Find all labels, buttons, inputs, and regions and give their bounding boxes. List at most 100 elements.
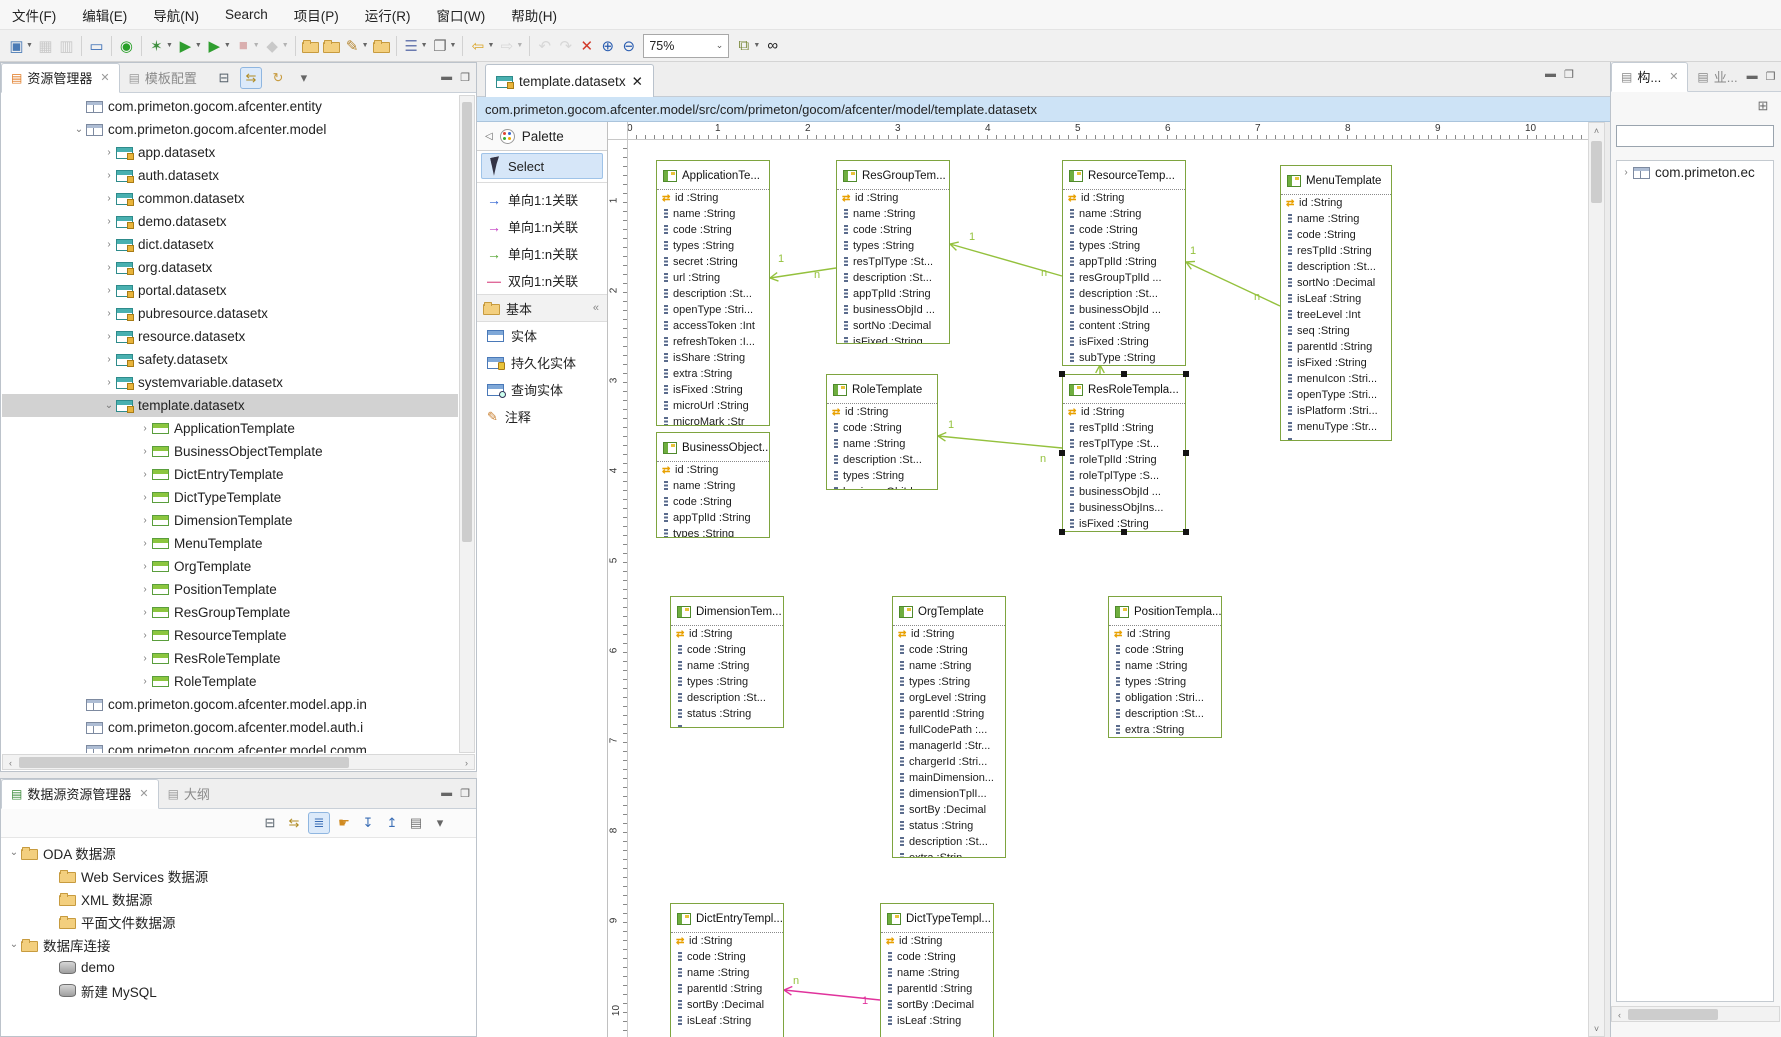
entity-field[interactable]: secret :String — [657, 254, 769, 270]
entity-field[interactable]: content :String — [1063, 318, 1185, 334]
entity-field[interactable]: types :String — [827, 468, 937, 484]
tree-item-新建 MySQL[interactable]: 新建 MySQL — [1, 979, 476, 1002]
new-wizard-icon[interactable]: ▣▼ — [6, 34, 35, 58]
dropdown-arrow-icon[interactable]: ▼ — [166, 42, 173, 49]
entity-field[interactable]: code :String — [827, 420, 937, 436]
entity-field[interactable]: ⇄id :String — [657, 190, 769, 206]
forward-icon[interactable]: ⇨▼ — [496, 34, 525, 58]
view-menu-icon[interactable]: ▾ — [430, 813, 450, 833]
entity-field[interactable]: menuIcon :Stri... — [1281, 371, 1391, 387]
tree-item-Web Services 数据源[interactable]: Web Services 数据源 — [1, 864, 476, 887]
run-icon[interactable]: ▶▼ — [175, 34, 204, 58]
tree-item-ResourceTemplate[interactable]: ›ResourceTemplate — [2, 624, 458, 647]
entity-field[interactable]: name :String — [881, 965, 993, 981]
entity-BusinessObjectTemplate[interactable]: BusinessObject...⇄id :Stringname :String… — [656, 432, 770, 538]
save-icon[interactable]: ▦ — [35, 34, 56, 58]
selection-handle[interactable] — [1059, 450, 1065, 456]
entity-field[interactable]: businessObjId ... — [837, 302, 949, 318]
entity-field[interactable]: ⇄id :String — [837, 190, 949, 206]
entity-MenuTemplate[interactable]: MenuTemplate⇄id :Stringname :Stringcode … — [1280, 165, 1392, 441]
entity-field[interactable]: types :String — [657, 238, 769, 254]
entity-field[interactable]: name :String — [657, 206, 769, 222]
tree-item-ResGroupTemplate[interactable]: ›ResGroupTemplate — [2, 601, 458, 624]
tab-业...[interactable]: ▤业... — [1688, 63, 1746, 91]
entity-field[interactable]: name :String — [837, 206, 949, 222]
entity-field[interactable]: extra :Strin — [893, 850, 1005, 858]
entity-ResourceTemplate[interactable]: ResourceTemp...⇄id :Stringname :Stringco… — [1062, 160, 1186, 366]
console-icon[interactable]: ▭ — [86, 34, 107, 58]
entity-field[interactable]: code :String — [893, 642, 1005, 658]
entity-field[interactable]: orgLevel :String — [893, 690, 1005, 706]
expand-arrow-icon[interactable]: › — [102, 354, 116, 365]
entity-field[interactable]: description :St... — [837, 270, 949, 286]
debug-icon[interactable]: ✶▼ — [146, 34, 175, 58]
relation-resrole-to-role[interactable]: 1n — [938, 419, 1062, 465]
entity-field[interactable]: description :St... — [1109, 706, 1221, 722]
entity-field[interactable]: roleTplType :S... — [1063, 468, 1185, 484]
expand-arrow-icon[interactable]: › — [102, 262, 116, 273]
close-icon[interactable]: ✕ — [100, 71, 109, 84]
entity-field[interactable]: types :String — [1063, 238, 1185, 254]
stop-icon[interactable]: ■▼ — [233, 34, 262, 58]
tree-item-auth.datasetx[interactable]: ›auth.datasetx — [2, 164, 458, 187]
dropdown-arrow-icon[interactable]: ▼ — [195, 42, 202, 49]
expand-arrow-icon[interactable]: ⌄ — [72, 124, 86, 135]
search-binoculars-icon[interactable]: ∞ — [762, 34, 783, 58]
entity-field[interactable]: dimensionTplI... — [893, 786, 1005, 802]
explorer-hscrollbar[interactable]: ‹ › — [2, 754, 475, 770]
entity-field[interactable]: parentId :String — [881, 981, 993, 997]
entity-field[interactable]: resGroupTplId ... — [1063, 270, 1185, 286]
entity-field[interactable]: isFixed :String — [657, 382, 769, 398]
entity-field[interactable]: isFixed :String — [837, 334, 949, 344]
expand-arrow-icon[interactable]: › — [138, 561, 152, 572]
scroll-up-icon[interactable]: ˄ — [1589, 123, 1604, 138]
entity-field[interactable]: ⇄id :String — [1063, 190, 1185, 206]
tree-item-app.datasetx[interactable]: ›app.datasetx — [2, 141, 458, 164]
expand-arrow-icon[interactable]: › — [138, 423, 152, 434]
entity-field[interactable]: appTplId :String — [1063, 254, 1185, 270]
entity-field[interactable]: types :String — [671, 674, 783, 690]
menu-帮助(H)[interactable]: 帮助(H) — [511, 5, 557, 25]
tree-mode-icon[interactable]: ≣ — [308, 812, 330, 834]
expand-arrow-icon[interactable]: › — [138, 584, 152, 595]
palette-item-entity-tool[interactable]: 实体 — [477, 322, 607, 349]
expand-arrow-icon[interactable]: › — [102, 285, 116, 296]
expand-arrow-icon[interactable]: › — [102, 377, 116, 388]
entity-field[interactable]: types :String — [657, 526, 769, 538]
entity-field[interactable]: businessObjId — [827, 484, 937, 490]
expand-arrow-icon[interactable]: › — [102, 216, 116, 227]
minimize-icon[interactable]: ▬ — [441, 787, 452, 800]
entity-field[interactable]: ⇄id :String — [1063, 404, 1185, 420]
diagram-canvas[interactable]: 1n1n1n1nn1n1 ApplicationTe...⇄id :String… — [628, 140, 1588, 1037]
link-with-editor-icon[interactable]: ⇆ — [284, 813, 304, 833]
tree-item-BusinessObjectTemplate[interactable]: ›BusinessObjectTemplate — [2, 440, 458, 463]
entity-field[interactable]: managerId :Str... — [893, 738, 1005, 754]
tree-item-MenuTemplate[interactable]: ›MenuTemplate — [2, 532, 458, 555]
expand-arrow-icon[interactable]: › — [138, 630, 152, 641]
entity-field[interactable]: microMark :Str — [657, 414, 769, 426]
tree-item-com.primeton.gocom.afcenter.model[interactable]: ⌄com.primeton.gocom.afcenter.model — [2, 118, 458, 141]
entity-field[interactable]: isShare :String — [657, 350, 769, 366]
entity-field[interactable]: isFixed :String — [1063, 334, 1185, 350]
close-icon[interactable]: ✕ — [632, 74, 643, 90]
minimize-icon[interactable]: ▬ — [1545, 68, 1556, 81]
zoom-in-icon[interactable]: ⊕ — [597, 34, 618, 58]
selection-handle[interactable] — [1121, 529, 1127, 535]
entity-field[interactable]: resTplId :String — [1281, 243, 1391, 259]
palette-group-basic[interactable]: 基本 « — [477, 294, 607, 322]
new-connection-icon[interactable]: ☛ — [334, 813, 354, 833]
entity-field[interactable]: parentId :String — [1281, 339, 1391, 355]
entity-RoleTemplate[interactable]: RoleTemplate⇄id :Stringcode :Stringname … — [826, 374, 938, 490]
entity-field[interactable]: code :String — [657, 494, 769, 510]
dropdown-arrow-icon[interactable]: ▼ — [253, 42, 260, 49]
import-icon[interactable]: ↧ — [358, 813, 378, 833]
tree-item-dict.datasetx[interactable]: ›dict.datasetx — [2, 233, 458, 256]
entity-field[interactable]: sortBy :Decimal — [881, 997, 993, 1013]
chevron-down-icon[interactable]: ⌄ — [716, 40, 724, 51]
relation-resgroup-to-application[interactable]: 1n — [770, 253, 836, 281]
undo-icon[interactable]: ↶ — [534, 34, 555, 58]
entity-field[interactable]: code :String — [881, 949, 993, 965]
entity-field[interactable]: businessObjIns... — [1063, 500, 1185, 516]
entity-field[interactable]: code :String — [837, 222, 949, 238]
entity-PositionTemplate[interactable]: PositionTempla...⇄id :Stringcode :String… — [1108, 596, 1222, 738]
